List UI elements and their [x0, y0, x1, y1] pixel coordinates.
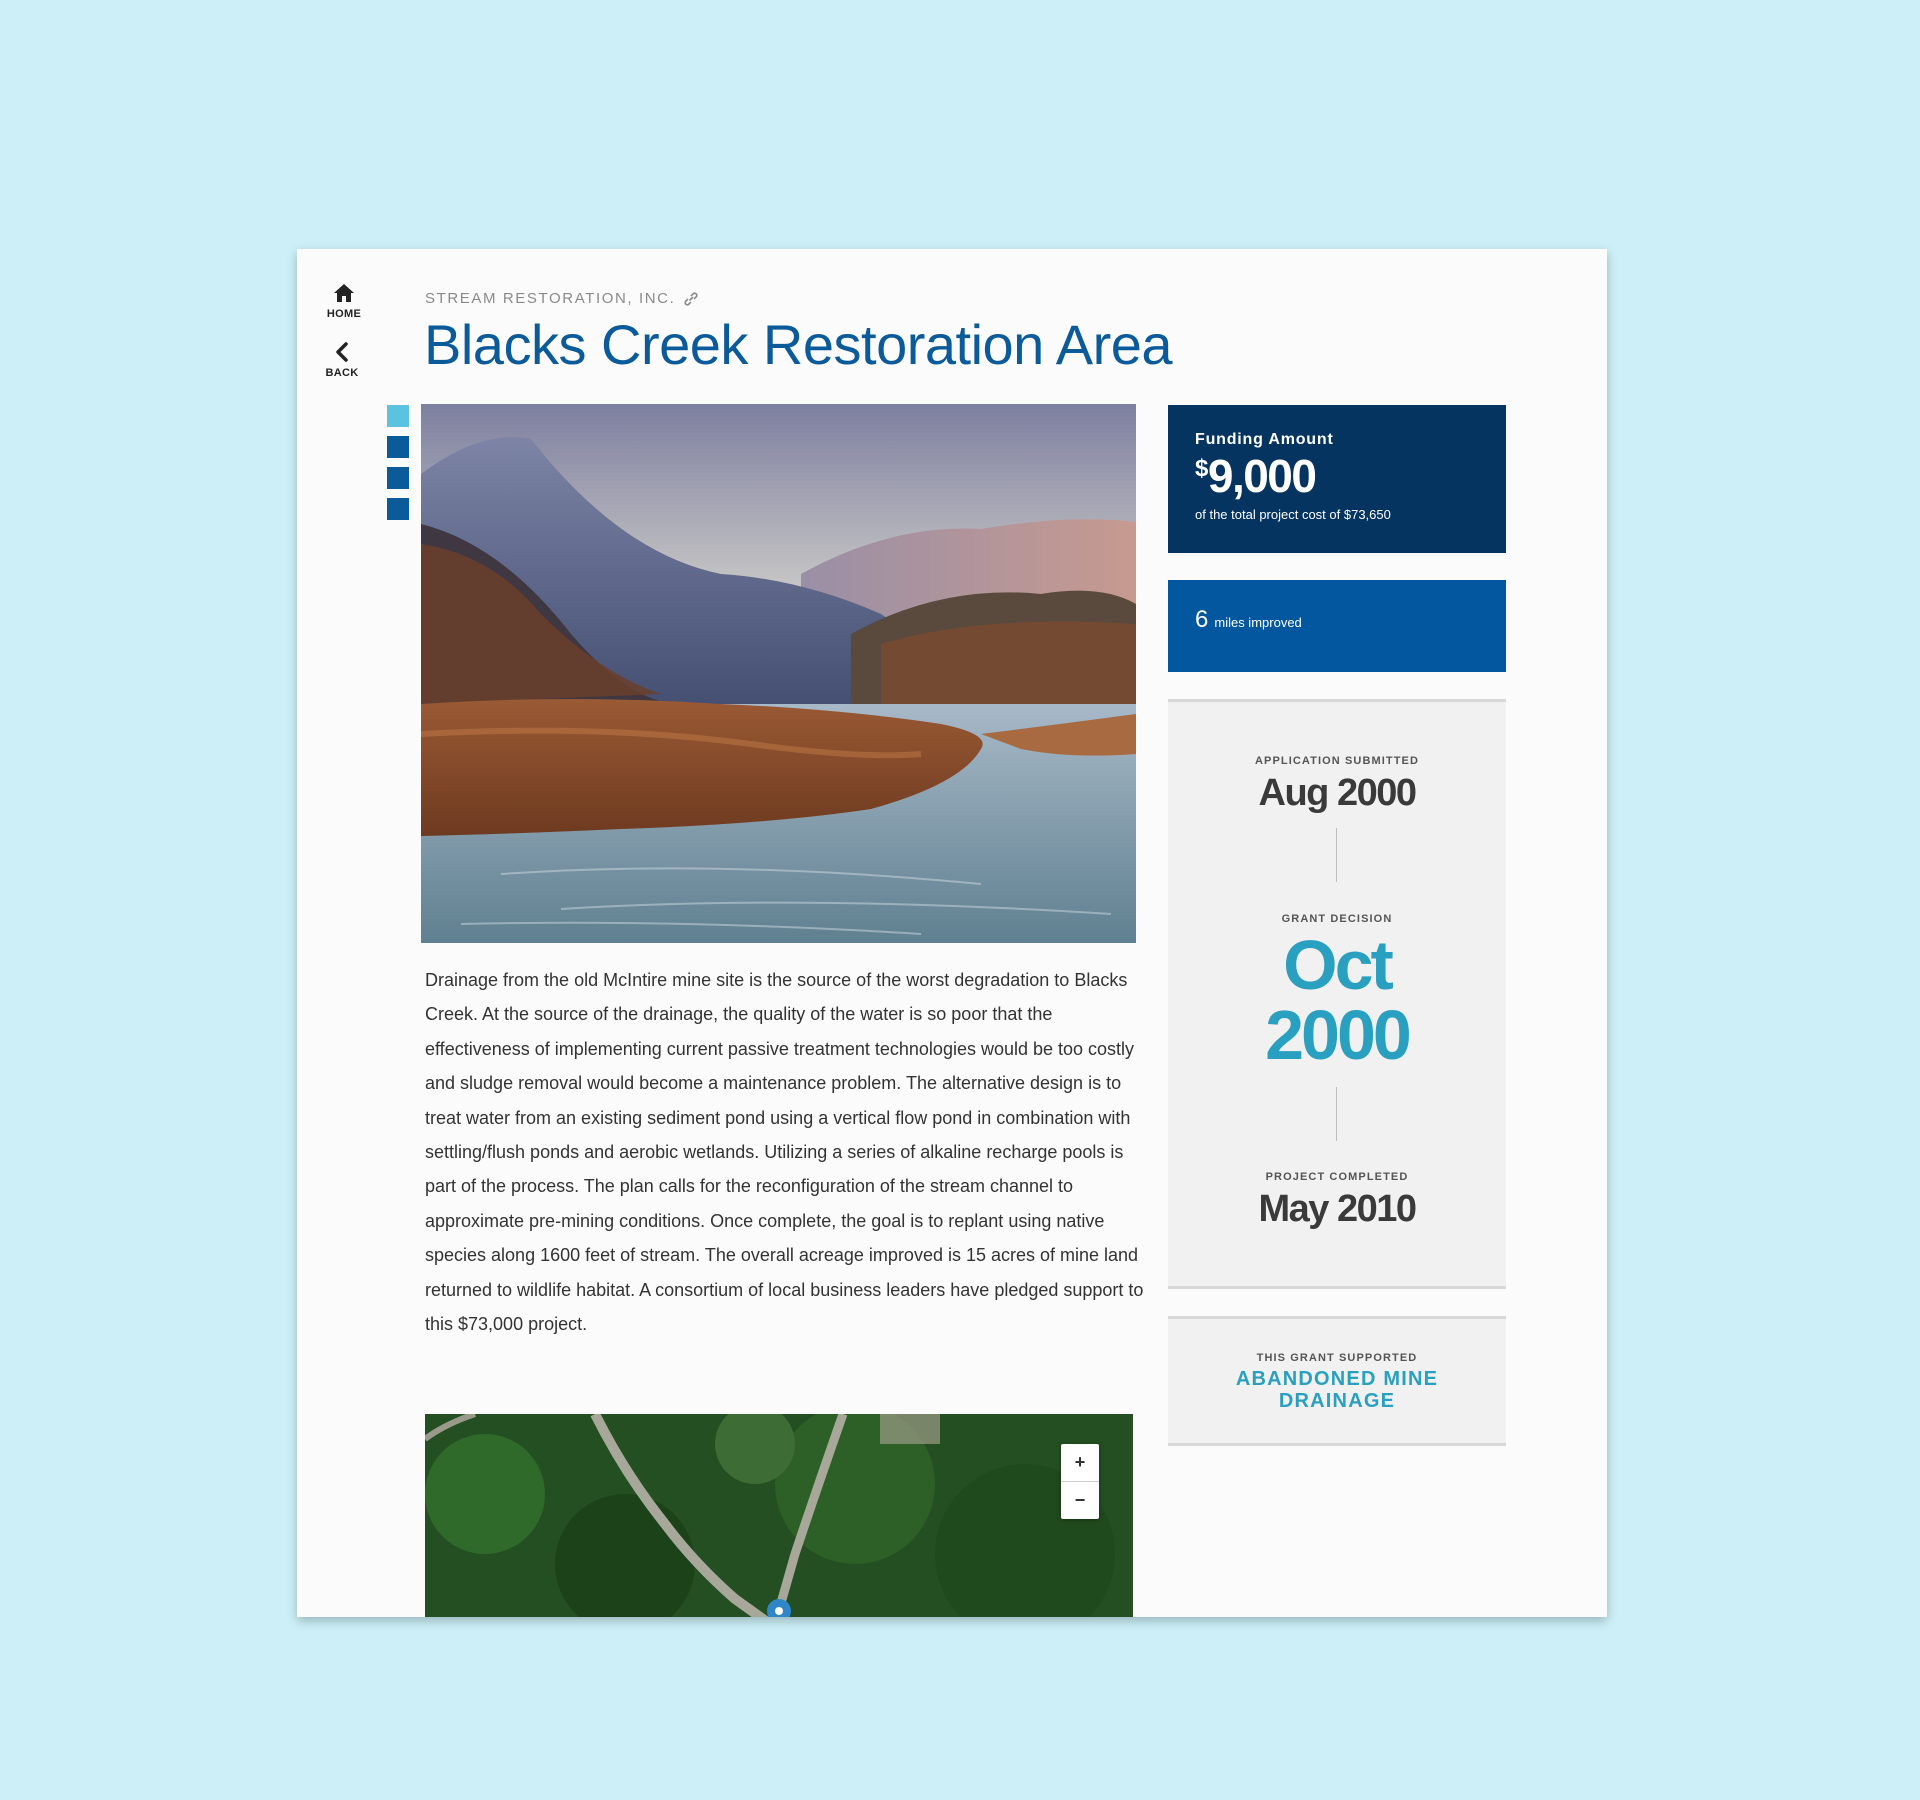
home-label: HOME [326, 308, 362, 320]
completed-label: PROJECT COMPLETED [1265, 1171, 1409, 1183]
project-map[interactable]: + − [425, 1414, 1133, 1617]
project-description: Drainage from the old McIntire mine site… [425, 970, 1144, 1335]
slide-dot-1[interactable] [387, 405, 409, 427]
decision-year: 2000 [1265, 996, 1412, 1074]
funding-amount: $9,000 [1195, 453, 1479, 499]
organization-link[interactable]: STREAM RESTORATION, INC. [425, 290, 699, 307]
slide-indicators [387, 405, 409, 529]
impact-value: 6 [1195, 606, 1209, 633]
funding-value: 9,000 [1207, 450, 1317, 502]
home-button[interactable]: HOME [314, 283, 374, 320]
map-zoom-controls: + − [1061, 1444, 1099, 1519]
timeline-connector [1336, 828, 1337, 882]
impact-box: 6 miles improved [1168, 580, 1506, 672]
chevron-left-icon [336, 342, 348, 362]
funding-label: Funding Amount [1195, 431, 1334, 448]
slide-dot-2[interactable] [387, 436, 409, 458]
funding-box: Funding Amount $9,000 of the total proje… [1168, 405, 1506, 553]
program-box: THIS GRANT SUPPORTED ABANDONED MINE DRAI… [1168, 1316, 1506, 1446]
zoom-out-button[interactable]: − [1061, 1481, 1099, 1519]
completed-date: May 2010 [1258, 1188, 1417, 1230]
project-timeline: APPLICATION SUBMITTED Aug 2000 GRANT DEC… [1168, 699, 1506, 1289]
back-button[interactable]: BACK [312, 342, 372, 379]
page-title: Blacks Creek Restoration Area [424, 313, 1173, 376]
timeline-connector [1336, 1087, 1337, 1141]
submitted-date: Aug 2000 [1258, 772, 1417, 814]
program-label: THIS GRANT SUPPORTED [1256, 1352, 1418, 1364]
home-icon [334, 284, 354, 302]
hero-photo [421, 404, 1136, 943]
zoom-in-button[interactable]: + [1061, 1444, 1099, 1481]
impact-unit: miles improved [1214, 615, 1302, 630]
funding-subtext: of the total project cost of $73,650 [1195, 507, 1391, 522]
link-icon [684, 291, 698, 306]
project-card: HOME BACK STREAM RESTORATION, INC. Black… [297, 249, 1607, 1617]
submitted-label: APPLICATION SUBMITTED [1254, 755, 1420, 767]
funding-currency: $ [1195, 455, 1208, 482]
organization-name: STREAM RESTORATION, INC. [425, 290, 676, 307]
slide-dot-3[interactable] [387, 467, 409, 489]
slide-dot-4[interactable] [387, 498, 409, 520]
decision-label: GRANT DECISION [1281, 913, 1393, 925]
decision-month: Oct [1283, 926, 1394, 1004]
program-link[interactable]: ABANDONED MINE DRAINAGE [1217, 1368, 1457, 1412]
back-label: BACK [325, 367, 359, 379]
